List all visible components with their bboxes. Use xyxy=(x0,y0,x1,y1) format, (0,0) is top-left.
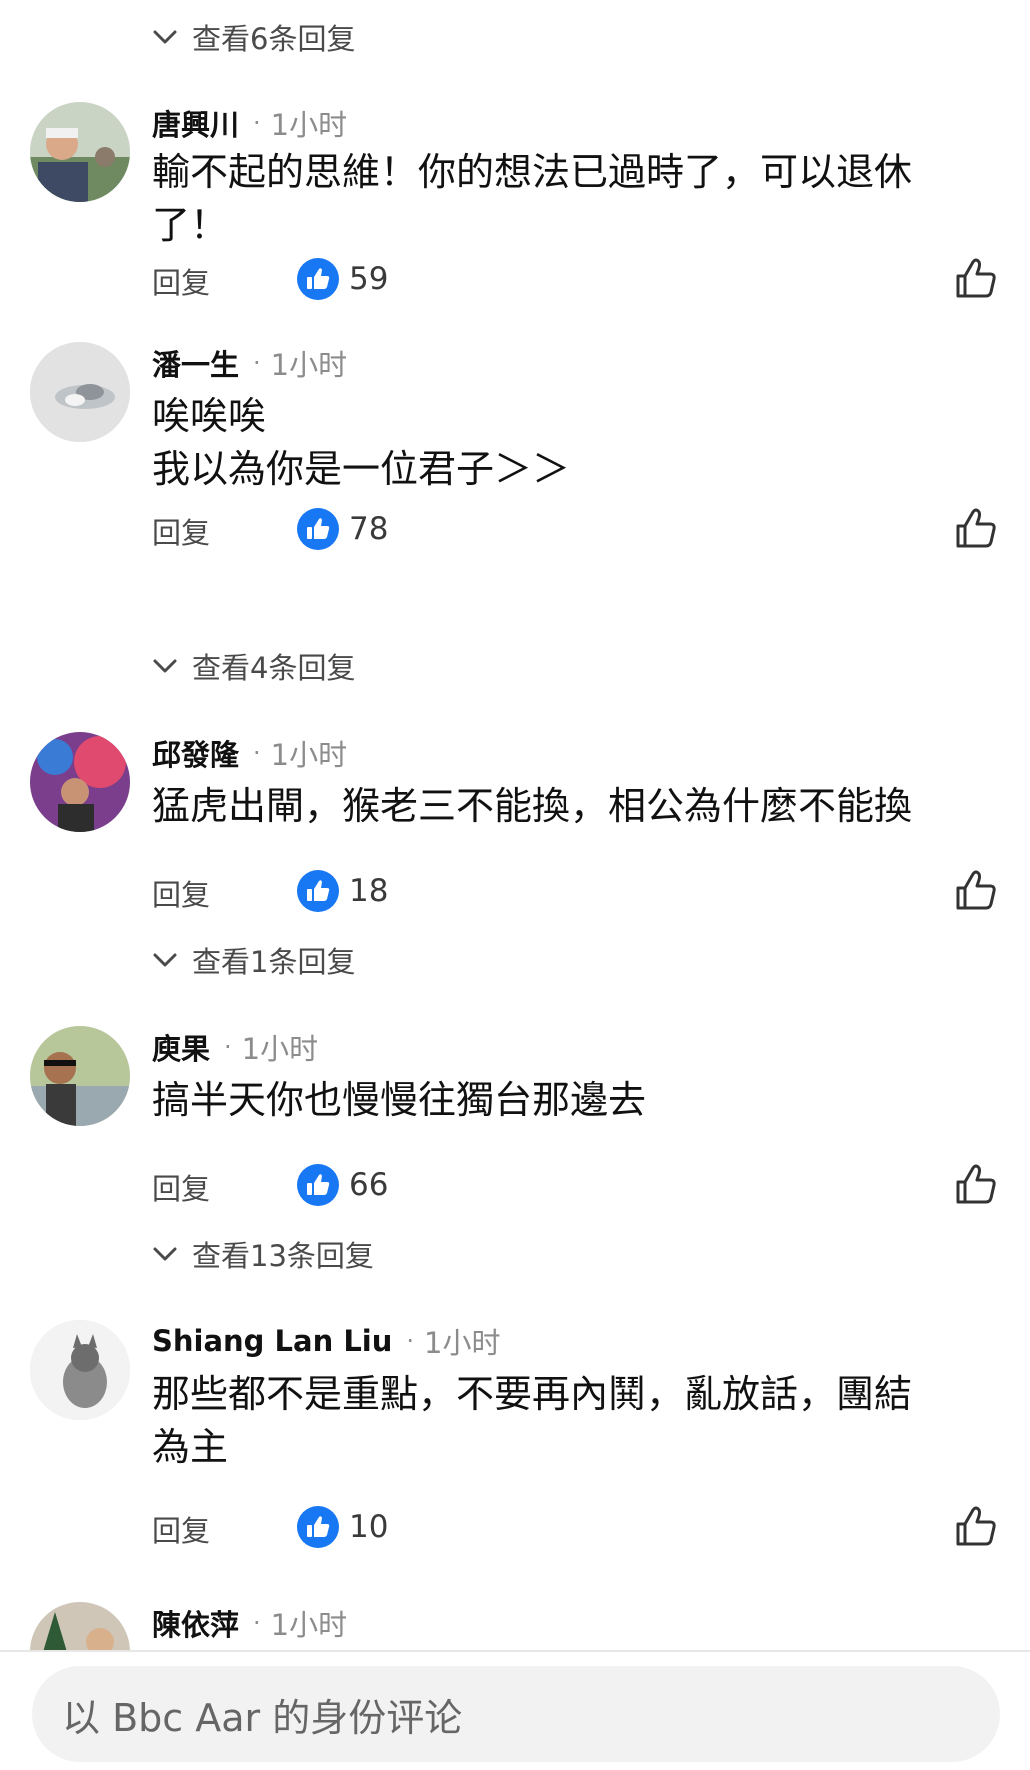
like-count-value: 59 xyxy=(349,261,389,297)
view-replies-link[interactable]: 查看6条回复 xyxy=(152,15,355,59)
like-button[interactable] xyxy=(952,1502,1000,1550)
comment-line: 我以為你是一位君子＞＞ xyxy=(152,447,571,491)
like-count-value: 78 xyxy=(349,511,389,547)
comment-input-placeholder: 以 Bbc Aar 的身份评论 xyxy=(62,1695,463,1740)
view-replies-link[interactable]: 查看1条回复 xyxy=(152,938,355,982)
comment-line: 輸不起的思維！你的想法已過時了，可以退休 xyxy=(152,150,913,194)
thumbs-up-filled-icon xyxy=(297,508,339,550)
comment-time: 1小时 xyxy=(270,348,348,382)
like-count: 59 xyxy=(297,258,388,300)
chevron-down-icon xyxy=(153,1247,177,1261)
comment-actions: 回复 78 xyxy=(152,504,1000,556)
comment-actions: 回复 59 xyxy=(152,254,1000,306)
comment-text: 那些都不是重點，不要再內鬨，亂放話，團結 為主 xyxy=(152,1368,1000,1474)
like-count: 66 xyxy=(297,1164,388,1206)
avatar[interactable] xyxy=(30,1026,130,1126)
avatar[interactable] xyxy=(30,342,130,442)
view-replies-label: 查看13条回复 xyxy=(192,1239,374,1273)
thumbs-up-filled-icon xyxy=(297,258,339,300)
like-count-value: 66 xyxy=(349,1167,389,1203)
view-replies-link[interactable]: 查看13条回复 xyxy=(152,1232,374,1276)
comment-text: 搞半天你也慢慢往獨台那邊去 xyxy=(152,1074,1000,1127)
comment-meta: 邱發隆 · 1小时 xyxy=(152,730,347,776)
comment-meta: 陳依萍 · 1小时 xyxy=(152,1600,347,1646)
reply-button[interactable]: 回复 xyxy=(152,1166,210,1208)
like-count-value: 10 xyxy=(349,1509,389,1545)
like-count: 78 xyxy=(297,508,388,550)
reply-button[interactable]: 回复 xyxy=(152,510,210,552)
comment-actions: 回复 10 xyxy=(152,1502,1000,1554)
comment-time: 1小时 xyxy=(270,108,348,142)
comment-time: 1小时 xyxy=(270,1608,348,1642)
avatar[interactable] xyxy=(30,102,130,202)
reply-button[interactable]: 回复 xyxy=(152,260,210,302)
commenter-name[interactable]: 潘一生 xyxy=(152,342,239,384)
like-button[interactable] xyxy=(952,866,1000,914)
commenter-name[interactable]: Shiang Lan Liu xyxy=(152,1324,392,1358)
comment-meta: 唐興川 · 1小时 xyxy=(152,100,347,146)
avatar[interactable] xyxy=(30,1320,130,1420)
comment-line: 為主 xyxy=(152,1425,229,1469)
view-replies-label: 查看1条回复 xyxy=(192,945,356,979)
comment-text: 輸不起的思維！你的想法已過時了，可以退休 了！ xyxy=(152,146,1000,252)
comment-line: 了！ xyxy=(152,203,229,247)
chevron-down-icon xyxy=(153,953,177,967)
view-replies-label: 查看6条回复 xyxy=(192,22,356,56)
comment-time: 1小时 xyxy=(241,1032,319,1066)
separator-dot: · xyxy=(253,739,261,767)
comment-actions: 回复 66 xyxy=(152,1160,1000,1212)
comment-time: 1小时 xyxy=(270,738,348,772)
separator-dot: · xyxy=(253,1609,261,1637)
comments-screen: 查看6条回复 唐興川 · 1小时 輸不起的思維！你的想法已過時了，可以退休 了！… xyxy=(0,0,1030,1770)
avatar[interactable] xyxy=(30,732,130,832)
thumbs-up-outline-icon xyxy=(956,1506,996,1546)
like-button[interactable] xyxy=(952,1160,1000,1208)
like-count-value: 18 xyxy=(349,873,389,909)
thumbs-up-outline-icon xyxy=(956,870,996,910)
thumbs-up-filled-icon xyxy=(297,1164,339,1206)
comment-meta: 潘一生 · 1小时 xyxy=(152,340,347,386)
like-button[interactable] xyxy=(952,254,1000,302)
comment-line: 搞半天你也慢慢往獨台那邊去 xyxy=(152,1078,647,1122)
comment-meta: 庾果 · 1小时 xyxy=(152,1024,318,1070)
thumbs-up-outline-icon xyxy=(956,1164,996,1204)
separator-dot: · xyxy=(406,1327,415,1355)
reply-button[interactable]: 回复 xyxy=(152,1508,210,1550)
thumbs-up-outline-icon xyxy=(956,508,996,548)
comment-composer: 以 Bbc Aar 的身份评论 xyxy=(0,1652,1030,1770)
view-replies-label: 查看4条回复 xyxy=(192,651,356,685)
reply-button[interactable]: 回复 xyxy=(152,872,210,914)
comment-line: 猛虎出閘，猴老三不能換，相公為什麼不能換 xyxy=(152,784,913,828)
like-count: 18 xyxy=(297,870,388,912)
thumbs-up-filled-icon xyxy=(297,1506,339,1548)
comment-actions: 回复 18 xyxy=(152,866,1000,918)
comment-line: 唉唉唉 xyxy=(152,394,267,438)
comment-text: 唉唉唉 我以為你是一位君子＞＞ xyxy=(152,390,1000,496)
chevron-down-icon xyxy=(153,659,177,673)
commenter-name[interactable]: 邱發隆 xyxy=(152,732,239,774)
comment-time: 1小时 xyxy=(424,1326,501,1360)
view-replies-link[interactable]: 查看4条回复 xyxy=(152,644,355,688)
commenter-name[interactable]: 陳依萍 xyxy=(152,1602,239,1644)
comment-line: 那些都不是重點，不要再內鬨，亂放話，團結 xyxy=(152,1372,913,1416)
thumbs-up-filled-icon xyxy=(297,870,339,912)
commenter-name[interactable]: 唐興川 xyxy=(152,102,239,144)
like-count: 10 xyxy=(297,1506,388,1548)
comment-meta: Shiang Lan Liu · 1小时 xyxy=(152,1318,501,1364)
comment-input[interactable]: 以 Bbc Aar 的身份评论 xyxy=(32,1666,1000,1762)
separator-dot: · xyxy=(253,109,261,137)
like-button[interactable] xyxy=(952,504,1000,552)
commenter-name[interactable]: 庾果 xyxy=(152,1026,210,1068)
separator-dot: · xyxy=(224,1033,232,1061)
chevron-down-icon xyxy=(153,30,177,44)
comment-text: 猛虎出閘，猴老三不能換，相公為什麼不能換 xyxy=(152,780,1000,833)
thumbs-up-outline-icon xyxy=(956,258,996,298)
separator-dot: · xyxy=(253,349,261,377)
